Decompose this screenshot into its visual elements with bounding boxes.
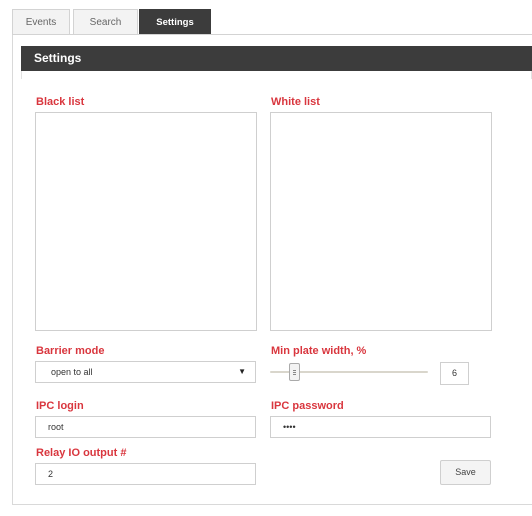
white-list-box[interactable]	[270, 112, 492, 331]
dropdown-arrow-icon: ▼	[238, 367, 246, 376]
tab-search[interactable]: Search	[73, 9, 138, 34]
tab-settings[interactable]: Settings	[139, 9, 211, 34]
ipc-password-label: IPC password	[271, 400, 344, 412]
panel-header-gap	[21, 71, 532, 79]
black-list-box[interactable]	[35, 112, 257, 331]
barrier-mode-value: open to all	[51, 367, 93, 377]
tab-events[interactable]: Events	[12, 9, 70, 34]
min-plate-width-slider-handle[interactable]	[289, 363, 300, 381]
panel-title: Settings	[21, 46, 532, 71]
ipc-login-label: IPC login	[36, 400, 84, 412]
min-plate-width-value: 6	[440, 362, 469, 385]
black-list-label: Black list	[36, 96, 85, 108]
relay-io-output-label: Relay IO output #	[36, 447, 127, 459]
ipc-password-input[interactable]	[270, 416, 491, 438]
save-button[interactable]: Save	[440, 460, 491, 485]
ipc-login-input[interactable]	[35, 416, 256, 438]
white-list-label: White list	[271, 96, 320, 108]
min-plate-width-label: Min plate width, %	[271, 345, 367, 357]
barrier-mode-select[interactable]: open to all ▼	[35, 361, 256, 383]
barrier-mode-label: Barrier mode	[36, 345, 105, 357]
relay-io-output-input[interactable]	[35, 463, 256, 485]
